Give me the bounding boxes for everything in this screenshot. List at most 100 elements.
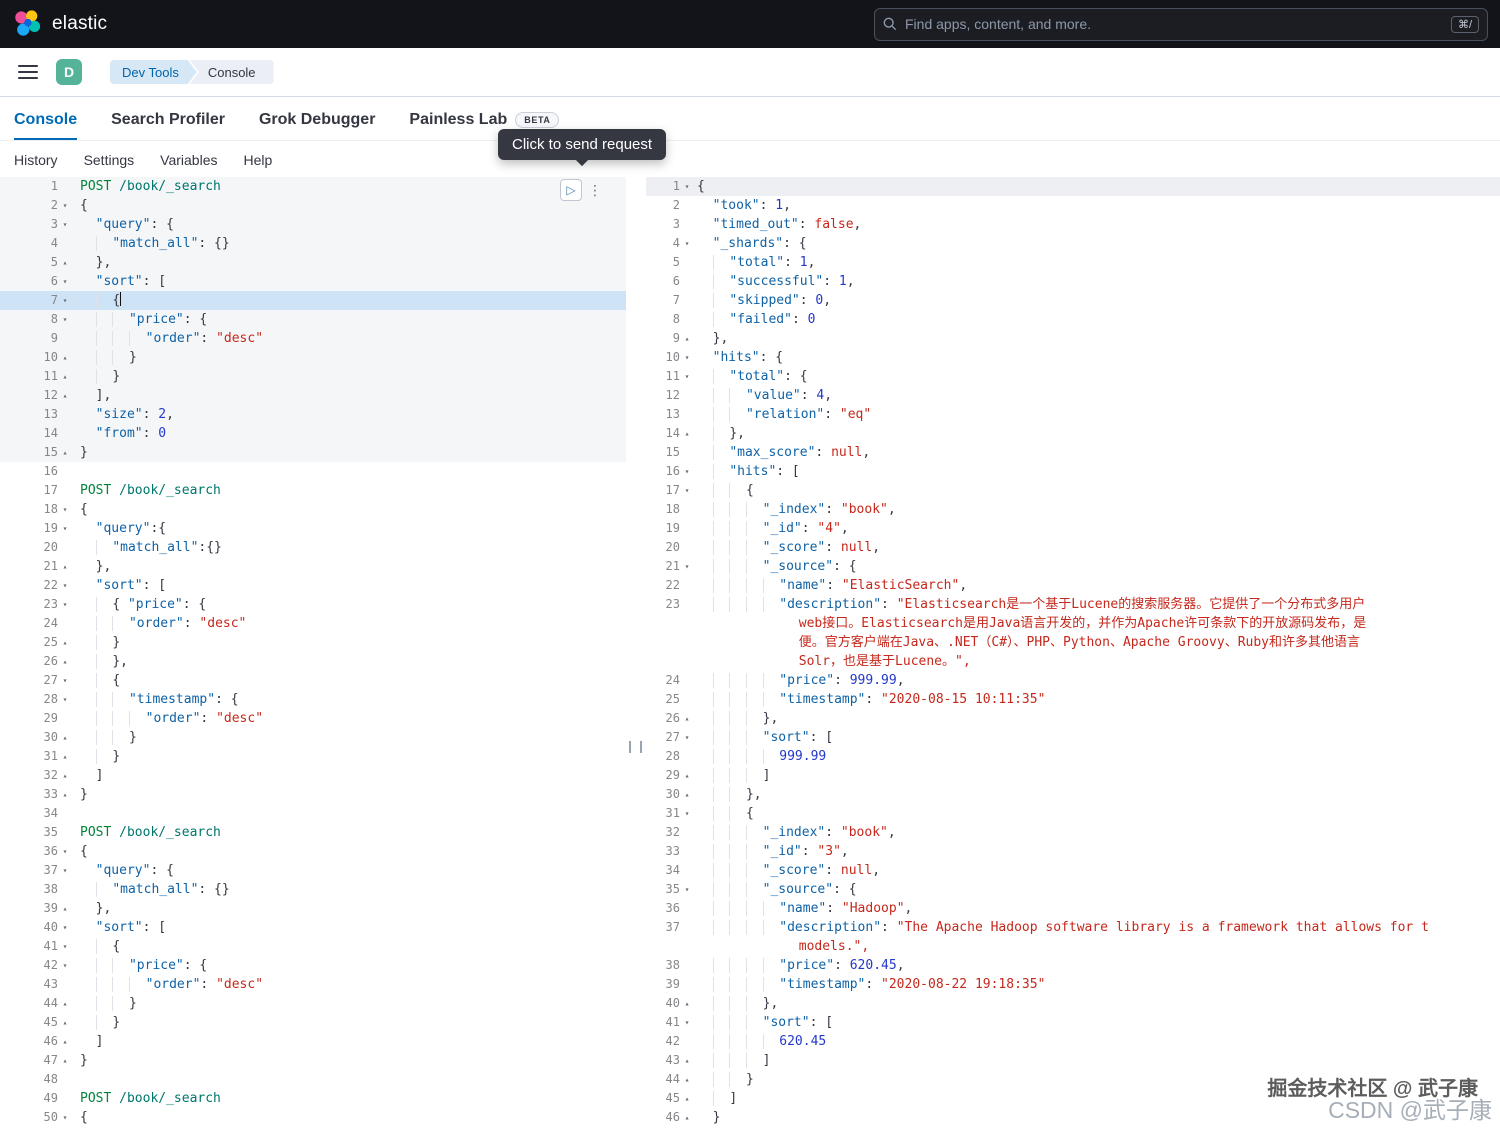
code-line[interactable]: 40▾ "sort": [ [0, 918, 626, 937]
fold-toggle-icon[interactable]: ▾ [58, 956, 72, 975]
code-line[interactable]: 10▴ } [0, 348, 626, 367]
fold-toggle-icon[interactable]: ▴ [680, 1051, 694, 1070]
fold-toggle-icon[interactable]: ▾ [58, 576, 72, 595]
code-line[interactable]: 42 620.45 [646, 1032, 1500, 1051]
code-line[interactable]: 18 "_index": "book", [646, 500, 1500, 519]
code-line[interactable]: 44▴ } [0, 994, 626, 1013]
menu-item-variables[interactable]: Variables [160, 152, 217, 168]
fold-toggle-icon[interactable]: ▴ [680, 329, 694, 348]
code-line[interactable]: 34 "_score": null, [646, 861, 1500, 880]
menu-item-history[interactable]: History [14, 152, 58, 168]
code-line[interactable]: 36 "name": "Hadoop", [646, 899, 1500, 918]
fold-toggle-icon[interactable]: ▾ [58, 671, 72, 690]
code-line[interactable]: 24 "price": 999.99, [646, 671, 1500, 690]
code-line[interactable]: 31▾ { [646, 804, 1500, 823]
code-line[interactable]: 48 [0, 1070, 626, 1089]
fold-toggle-icon[interactable]: ▾ [58, 861, 72, 880]
pane-splitter[interactable]: ❙❙ [626, 177, 646, 1125]
fold-toggle-icon[interactable]: ▴ [58, 557, 72, 576]
fold-toggle-icon[interactable]: ▴ [58, 348, 72, 367]
fold-toggle-icon[interactable]: ▴ [58, 1051, 72, 1070]
code-line[interactable]: 35POST /book/_search [0, 823, 626, 842]
code-line[interactable]: 19▾ "query":{ [0, 519, 626, 538]
fold-toggle-icon[interactable]: ▴ [58, 253, 72, 272]
code-line[interactable]: 23▾ { "price": { [0, 595, 626, 614]
fold-toggle-icon[interactable]: ▾ [680, 234, 694, 253]
code-line[interactable]: 43▴ ] [646, 1051, 1500, 1070]
fold-toggle-icon[interactable]: ▾ [58, 310, 72, 329]
fold-toggle-icon[interactable]: ▾ [680, 1013, 694, 1032]
code-line[interactable]: 36▾{ [0, 842, 626, 861]
code-line[interactable]: 44▴ } [646, 1070, 1500, 1089]
code-line[interactable]: 21▴ }, [0, 557, 626, 576]
code-line[interactable]: 31▴ } [0, 747, 626, 766]
code-line[interactable]: 28▾ "timestamp": { [0, 690, 626, 709]
fold-toggle-icon[interactable]: ▴ [58, 443, 72, 462]
code-line[interactable]: 42▾ "price": { [0, 956, 626, 975]
code-line[interactable]: 21▾ "_source": { [646, 557, 1500, 576]
request-options-icon[interactable]: ⋮ [588, 179, 602, 201]
fold-toggle-icon[interactable]: ▾ [680, 481, 694, 500]
fold-toggle-icon[interactable]: ▴ [680, 1108, 694, 1125]
code-line[interactable]: 26▴ }, [0, 652, 626, 671]
code-line[interactable]: 20 "match_all":{} [0, 538, 626, 557]
tab-grok-debugger[interactable]: Grok Debugger [259, 111, 375, 140]
code-line[interactable]: 46▴ ] [0, 1032, 626, 1051]
code-line[interactable]: 13 "size": 2, [0, 405, 626, 424]
fold-toggle-icon[interactable]: ▾ [58, 937, 72, 956]
code-line[interactable]: 27▾ "sort": [ [646, 728, 1500, 747]
response-viewer[interactable]: 1▾{2 "took": 1,3 "timed_out": false,4▾ "… [646, 177, 1500, 1125]
code-line[interactable]: 12▴ ], [0, 386, 626, 405]
code-line[interactable]: 50▾{ [0, 1108, 626, 1125]
code-line[interactable]: 26▴ }, [646, 709, 1500, 728]
code-line[interactable]: 27▾ { [0, 671, 626, 690]
fold-toggle-icon[interactable]: ▾ [680, 367, 694, 386]
breadcrumb-item-console[interactable]: Console [190, 60, 274, 84]
fold-toggle-icon[interactable]: ▴ [680, 994, 694, 1013]
code-line[interactable]: 14 "from": 0 [0, 424, 626, 443]
code-line[interactable]: 41▾ { [0, 937, 626, 956]
fold-toggle-icon[interactable]: ▴ [58, 1032, 72, 1051]
code-line[interactable]: web接口。Elasticsearch是用Java语言开发的，并作为Apache… [646, 614, 1500, 633]
breadcrumb-item-dev-tools[interactable]: Dev Tools [110, 60, 197, 84]
code-line[interactable]: 1▾{ [646, 177, 1500, 196]
code-line[interactable]: 18▾{ [0, 500, 626, 519]
code-line[interactable]: 49POST /book/_search [0, 1089, 626, 1108]
code-line[interactable]: 3▾ "query": { [0, 215, 626, 234]
code-line[interactable]: 30▴ }, [646, 785, 1500, 804]
code-line[interactable]: 15▴} [0, 443, 626, 462]
code-line[interactable]: 16 [0, 462, 626, 481]
code-line[interactable]: 9 "order": "desc" [0, 329, 626, 348]
code-line[interactable]: 28 999.99 [646, 747, 1500, 766]
code-line[interactable]: 45▴ ] [646, 1089, 1500, 1108]
code-line[interactable]: 17▾ { [646, 481, 1500, 500]
fold-toggle-icon[interactable]: ▴ [680, 424, 694, 443]
code-line[interactable]: 5▴ }, [0, 253, 626, 272]
code-line[interactable]: 25▴ } [0, 633, 626, 652]
fold-toggle-icon[interactable]: ▾ [680, 804, 694, 823]
menu-hamburger-icon[interactable] [18, 65, 38, 79]
code-line[interactable]: 22 "name": "ElasticSearch", [646, 576, 1500, 595]
space-avatar[interactable]: D [56, 59, 82, 85]
fold-toggle-icon[interactable]: ▴ [58, 633, 72, 652]
code-line[interactable]: 33▴} [0, 785, 626, 804]
fold-toggle-icon[interactable]: ▴ [680, 1070, 694, 1089]
code-line[interactable]: 17POST /book/_search [0, 481, 626, 500]
fold-toggle-icon[interactable]: ▾ [58, 690, 72, 709]
fold-toggle-icon[interactable]: ▾ [58, 1108, 72, 1125]
code-line[interactable]: 37 "description": "The Apache Hadoop sof… [646, 918, 1500, 937]
code-line[interactable]: 16▾ "hits": [ [646, 462, 1500, 481]
code-line[interactable]: 41▾ "sort": [ [646, 1013, 1500, 1032]
fold-toggle-icon[interactable]: ▴ [58, 785, 72, 804]
code-line[interactable]: 22▾ "sort": [ [0, 576, 626, 595]
code-line[interactable]: 40▴ }, [646, 994, 1500, 1013]
code-line[interactable]: 37▾ "query": { [0, 861, 626, 880]
code-line[interactable]: 6 "successful": 1, [646, 272, 1500, 291]
code-line[interactable]: 6▾ "sort": [ [0, 272, 626, 291]
code-line[interactable]: 39▴ }, [0, 899, 626, 918]
code-line[interactable]: 47▴} [0, 1051, 626, 1070]
code-line[interactable]: 32 "_index": "book", [646, 823, 1500, 842]
fold-toggle-icon[interactable]: ▾ [680, 728, 694, 747]
fold-toggle-icon[interactable]: ▾ [58, 842, 72, 861]
code-line[interactable]: 8 "failed": 0 [646, 310, 1500, 329]
